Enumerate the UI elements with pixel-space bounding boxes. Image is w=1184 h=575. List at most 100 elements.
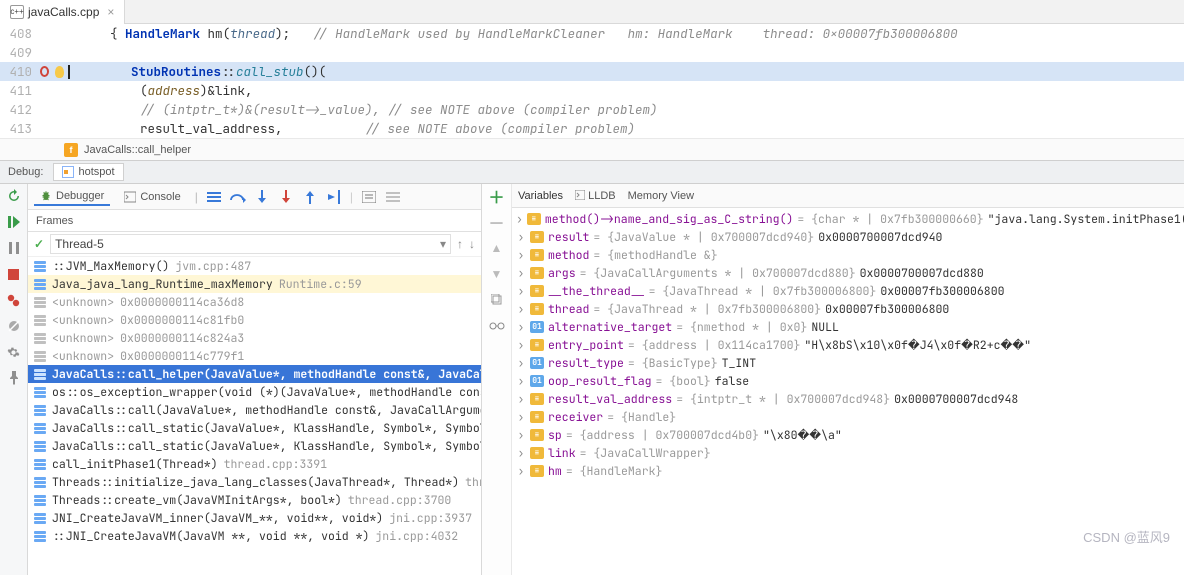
force-step-into-icon[interactable] xyxy=(278,189,294,205)
rerun-icon[interactable] xyxy=(6,188,22,204)
tab-variables[interactable]: Variables xyxy=(518,190,563,202)
resume-icon[interactable] xyxy=(6,214,22,230)
stack-frame[interactable]: os::os_exception_wrapper(void (*)(JavaVa… xyxy=(28,383,481,401)
stack-frame[interactable]: ::JVM_MaxMemory() jvm.cpp:487 xyxy=(28,257,481,275)
variable-row[interactable]: ›01alternative_target = {nmethod * | 0x0… xyxy=(512,318,1184,336)
variable-row[interactable]: ›≡thread = {JavaThread * | 0x7fb30000680… xyxy=(512,300,1184,318)
expand-chevron-icon[interactable]: › xyxy=(516,374,526,389)
expand-chevron-icon[interactable]: › xyxy=(516,410,526,425)
prev-frame-icon[interactable]: ↑ xyxy=(457,237,463,251)
expand-chevron-icon[interactable]: › xyxy=(516,302,526,317)
variable-row[interactable]: ›≡result = {JavaValue * | 0x700007dcd940… xyxy=(512,228,1184,246)
code-line[interactable]: 410 StubRoutines::call_stub()( xyxy=(0,62,1184,81)
step-over-icon[interactable] xyxy=(230,189,246,205)
line-number[interactable]: 408 xyxy=(0,25,40,42)
close-icon[interactable]: × xyxy=(107,5,114,19)
expand-chevron-icon[interactable]: › xyxy=(516,284,526,299)
tab-console[interactable]: Console xyxy=(118,189,186,205)
expand-chevron-icon[interactable]: › xyxy=(516,428,526,443)
variable-row[interactable]: ›≡hm = {HandleMark} xyxy=(512,462,1184,480)
code-line[interactable]: 411 (address)&link, xyxy=(0,81,1184,100)
stack-frame-icon xyxy=(34,477,46,487)
variable-row[interactable]: ›≡result_val_address = {intptr_t * | 0x7… xyxy=(512,390,1184,408)
watch-up-icon[interactable]: ▲ xyxy=(489,240,505,256)
copy-watch-icon[interactable] xyxy=(489,292,505,308)
variable-row[interactable]: ›≡method()->name_and_sig_as_C_string() =… xyxy=(512,210,1184,228)
expand-chevron-icon[interactable]: › xyxy=(516,446,526,461)
breadcrumb[interactable]: f JavaCalls::call_helper xyxy=(0,138,1184,160)
expand-chevron-icon[interactable]: › xyxy=(516,464,526,479)
settings-icon[interactable] xyxy=(6,344,22,360)
code-line[interactable]: 408 { HandleMark hm(thread); // HandleMa… xyxy=(0,24,1184,43)
thread-dropdown[interactable]: Thread-5 ▾ xyxy=(50,234,451,254)
struct-icon: ≡ xyxy=(530,249,544,261)
variable-row[interactable]: ›≡sp = {address | 0x700007dcd4b0} "\x80�… xyxy=(512,426,1184,444)
glasses-icon[interactable] xyxy=(489,318,505,334)
evaluate-icon[interactable] xyxy=(361,189,377,205)
stack-frame[interactable]: JavaCalls::call_helper(JavaValue*, metho… xyxy=(28,365,481,383)
mute-breakpoints-icon[interactable] xyxy=(6,318,22,334)
stack-frame[interactable]: <unknown> 0x0000000114c81fb0 xyxy=(28,311,481,329)
stack-frame[interactable]: JavaCalls::call_static(JavaValue*, Klass… xyxy=(28,437,481,455)
code-line[interactable]: 409 xyxy=(0,43,1184,62)
app-icon xyxy=(62,166,74,178)
run-to-cursor-icon[interactable] xyxy=(326,189,342,205)
next-frame-icon[interactable]: ↓ xyxy=(469,237,475,251)
code-line[interactable]: 413 result_val_address, // see NOTE abov… xyxy=(0,119,1184,138)
code-editor[interactable]: 408 { HandleMark hm(thread); // HandleMa… xyxy=(0,24,1184,138)
variable-row[interactable]: ›≡entry_point = {address | 0x114ca1700} … xyxy=(512,336,1184,354)
step-out-icon[interactable] xyxy=(302,189,318,205)
stack-frame[interactable]: <unknown> 0x0000000114c824a3 xyxy=(28,329,481,347)
variable-row[interactable]: ›≡args = {JavaCallArguments * | 0x700007… xyxy=(512,264,1184,282)
line-number[interactable]: 410 xyxy=(0,63,40,80)
view-breakpoints-icon[interactable] xyxy=(6,292,22,308)
variable-row[interactable]: ›01oop_result_flag = {bool} false xyxy=(512,372,1184,390)
expand-chevron-icon[interactable]: › xyxy=(516,230,526,245)
expand-chevron-icon[interactable]: › xyxy=(516,212,523,227)
show-exec-point-icon[interactable] xyxy=(206,189,222,205)
variable-row[interactable]: ›≡__the_thread__ = {JavaThread * | 0x7fb… xyxy=(512,282,1184,300)
stack-frame[interactable]: JNI_CreateJavaVM_inner(JavaVM_**, void**… xyxy=(28,509,481,527)
pause-icon[interactable] xyxy=(6,240,22,256)
expand-chevron-icon[interactable]: › xyxy=(516,356,526,371)
stack-frame[interactable]: Java_java_lang_Runtime_maxMemory Runtime… xyxy=(28,275,481,293)
line-number[interactable]: 412 xyxy=(0,101,40,118)
line-number[interactable]: 409 xyxy=(0,44,40,61)
variable-row[interactable]: ›01result_type = {BasicType} T_INT xyxy=(512,354,1184,372)
stack-frame[interactable]: JavaCalls::call(JavaValue*, methodHandle… xyxy=(28,401,481,419)
stack-frame[interactable]: Threads::create_vm(JavaVMInitArgs*, bool… xyxy=(28,491,481,509)
stack-frame[interactable]: <unknown> 0x0000000114ca36d8 xyxy=(28,293,481,311)
expand-chevron-icon[interactable]: › xyxy=(516,392,526,407)
expand-chevron-icon[interactable]: › xyxy=(516,266,526,281)
breakpoint-icon[interactable] xyxy=(40,66,49,77)
stack-frame[interactable]: ::JNI_CreateJavaVM(JavaVM **, void **, v… xyxy=(28,527,481,545)
terminal-icon xyxy=(575,190,585,200)
variable-row[interactable]: ›≡link = {JavaCallWrapper} xyxy=(512,444,1184,462)
code-line[interactable]: 412 // (intptr_t*)&(result->_value), // … xyxy=(0,100,1184,119)
step-into-icon[interactable] xyxy=(254,189,270,205)
stop-icon[interactable] xyxy=(6,266,22,282)
stack-frame[interactable]: <unknown> 0x0000000114c779f1 xyxy=(28,347,481,365)
expand-chevron-icon[interactable]: › xyxy=(516,248,526,263)
tab-lldb[interactable]: LLDB xyxy=(575,190,616,202)
pin-icon[interactable] xyxy=(6,370,22,386)
expand-chevron-icon[interactable]: › xyxy=(516,320,526,335)
more-icon[interactable] xyxy=(385,189,401,205)
line-number[interactable]: 411 xyxy=(0,82,40,99)
intention-bulb-icon[interactable] xyxy=(55,66,64,78)
variable-row[interactable]: ›≡method = {methodHandle &} xyxy=(512,246,1184,264)
new-watch-icon[interactable]: ＋ xyxy=(489,188,505,204)
expand-chevron-icon[interactable]: › xyxy=(516,338,526,353)
stack-frame-icon xyxy=(34,315,46,325)
stack-frame[interactable]: Threads::initialize_java_lang_classes(Ja… xyxy=(28,473,481,491)
tab-memory-view[interactable]: Memory View xyxy=(628,190,694,202)
run-config-selector[interactable]: hotspot xyxy=(53,163,123,181)
stack-frame[interactable]: call_initPhase1(Thread*) thread.cpp:3391 xyxy=(28,455,481,473)
tab-debugger[interactable]: Debugger xyxy=(34,188,110,206)
line-number[interactable]: 413 xyxy=(0,120,40,137)
variable-row[interactable]: ›≡receiver = {Handle} xyxy=(512,408,1184,426)
file-tab-javacalls[interactable]: c++ javaCalls.cpp × xyxy=(0,0,125,24)
remove-watch-icon[interactable]: － xyxy=(489,214,505,230)
watch-down-icon[interactable]: ▼ xyxy=(489,266,505,282)
stack-frame[interactable]: JavaCalls::call_static(JavaValue*, Klass… xyxy=(28,419,481,437)
